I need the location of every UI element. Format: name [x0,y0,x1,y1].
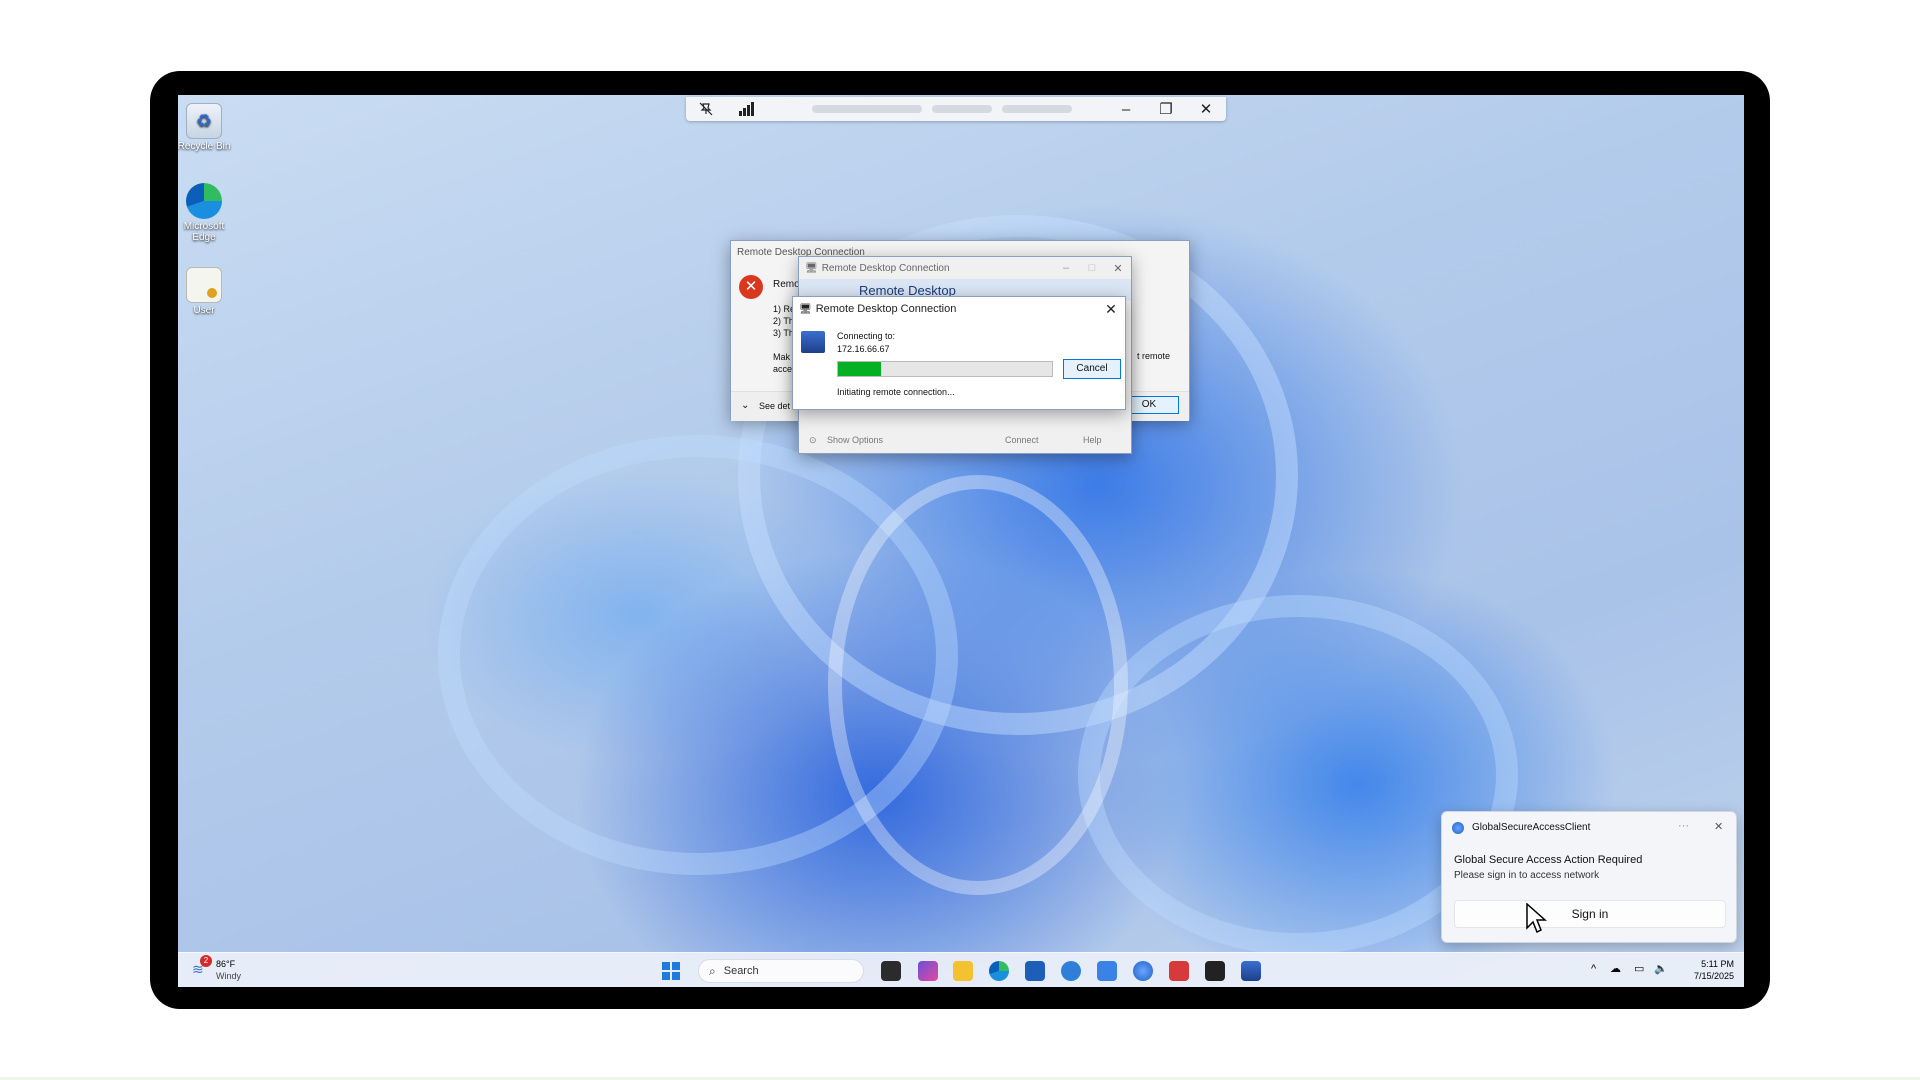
weather-temp: 86°F [216,959,236,969]
start-button[interactable] [661,961,681,981]
desktop-icon-label: Recycle Bin [178,141,231,152]
clock-time: 5:11 PM [1701,959,1734,969]
snipping-tool-icon[interactable] [1169,961,1189,981]
terminal-icon[interactable] [1205,961,1225,981]
rdp-close-button[interactable]: ✕ [1186,97,1226,121]
desktop-icon-label: Microsoft Edge [183,221,225,243]
rdp-restore-button[interactable]: ❐ [1146,97,1186,121]
tray-chevron-icon[interactable]: ^ [1591,963,1596,975]
signal-bars-icon[interactable] [726,97,766,121]
see-details-link[interactable]: See det [759,401,790,411]
sign-in-button[interactable]: Sign in [1454,900,1726,928]
connecting-close-button[interactable]: ✕ [1097,301,1125,318]
rdc-main-titlebar: 🖥 Remote Desktop Connection – □ ✕ [799,257,1131,279]
toast-app-name: GlobalSecureAccessClient [1472,822,1591,833]
search-placeholder: Search [723,965,759,977]
network-globe-icon[interactable] [1133,961,1153,981]
connecting-titlebar: 🖥 Remote Desktop Connection ✕ [793,297,1125,321]
connection-progress-bar [837,361,1053,377]
show-options-link[interactable]: Show Options [827,435,883,445]
recycle-bin-icon: ♻ [186,103,222,139]
search-icon: ⌕ [709,963,716,978]
toast-notification: GlobalSecureAccessClient ··· ✕ Global Se… [1441,811,1737,943]
computer-icon [801,331,825,353]
error-make-line: Mak [773,352,791,362]
store-icon[interactable] [1025,961,1045,981]
file-explorer-icon[interactable] [953,961,973,981]
toast-body: Please sign in to access network [1454,870,1600,881]
weather-desc: Windy [216,971,242,981]
rdc-app-icon: 🖥 [799,303,812,315]
rdc-main-maximize[interactable]: □ [1079,262,1105,274]
edge-taskbar-icon[interactable] [989,961,1009,981]
connection-name-redacted [932,105,992,113]
error-remote-text: t remote [1137,351,1171,361]
show-options-icon[interactable]: ⊙ [809,435,817,446]
edge-icon [186,183,222,219]
connection-name-redacted [812,105,922,113]
volume-icon[interactable]: 🔈 [1654,962,1668,975]
taskbar: ≋ 2 86°F Windy ⌕ Search ^ ☁ ▭ 🔈 5:11 PM … [178,952,1744,987]
weather-widget[interactable]: ≋ 2 86°F Windy [190,955,250,985]
cloud-off-icon[interactable]: ☁ [1610,962,1621,975]
wallpaper-swirl [438,435,958,875]
toast-close-button[interactable]: ✕ [1714,820,1723,833]
rdp-connection-bar: – ❐ ✕ [686,97,1226,121]
desktop-icon-edge[interactable]: Microsoft Edge [178,183,234,243]
error-make-text: Mak acce [773,351,792,375]
connecting-to-label: Connecting to: [837,331,896,341]
connecting-dialog: 🖥 Remote Desktop Connection ✕ Connecting… [792,296,1126,410]
desktop-icon-label: User [193,305,215,316]
task-view-icon[interactable] [881,961,901,981]
rdc-main-title: Remote Desktop Connection [821,262,950,274]
certificate-icon [186,267,222,303]
global-secure-access-icon[interactable] [1061,961,1081,981]
connecting-address: 172.16.66.67 [837,344,890,354]
cancel-button[interactable]: Cancel [1063,359,1121,379]
error-heading: Remo [773,279,800,290]
weather-badge: 2 [200,955,212,967]
network-icon[interactable]: ▭ [1634,962,1644,975]
remote-desktop-screen: – ❐ ✕ ♻ Recycle Bin Microsoft Edge User … [178,95,1744,987]
clock[interactable]: 5:11 PM 7/15/2025 [1674,958,1734,982]
desktop-icon-recycle-bin[interactable]: ♻ Recycle Bin [178,103,234,152]
error-acce-line: acce [773,364,793,374]
wallpaper-swirl [828,475,1128,895]
company-portal-icon[interactable] [1097,961,1117,981]
toast-heading: Global Secure Access Action Required [1454,854,1643,866]
toast-more-button[interactable]: ··· [1678,820,1689,832]
connection-status: Initiating remote connection... [837,387,955,397]
taskbar-search[interactable]: ⌕ Search [698,959,864,983]
error-icon: ✕ [739,275,763,299]
help-button[interactable]: Help [1083,435,1102,445]
rdc-app-icon: 🖥 [805,262,818,274]
desktop-icon-user[interactable]: User [178,267,234,316]
rdc-main-minimize[interactable]: – [1053,262,1079,274]
connect-button[interactable]: Connect [1005,435,1039,445]
chevron-down-icon[interactable]: ⌄ [741,400,749,411]
clock-date: 7/15/2025 [1693,971,1734,981]
rdc-main-footer: ⊙ Show Options Connect Help [799,427,1131,455]
pin-off-icon[interactable] [686,97,726,121]
globe-icon [1452,822,1464,834]
mouse-cursor-icon [1526,903,1547,934]
copilot-icon[interactable] [918,961,938,981]
connecting-title: Remote Desktop Connection [815,303,957,315]
remote-desktop-taskbar-icon[interactable] [1241,961,1261,981]
connection-name-redacted [1002,105,1072,113]
connection-progress-fill [838,362,881,376]
rdp-minimize-button[interactable]: – [1106,97,1146,121]
rdc-main-close[interactable]: ✕ [1105,262,1131,275]
